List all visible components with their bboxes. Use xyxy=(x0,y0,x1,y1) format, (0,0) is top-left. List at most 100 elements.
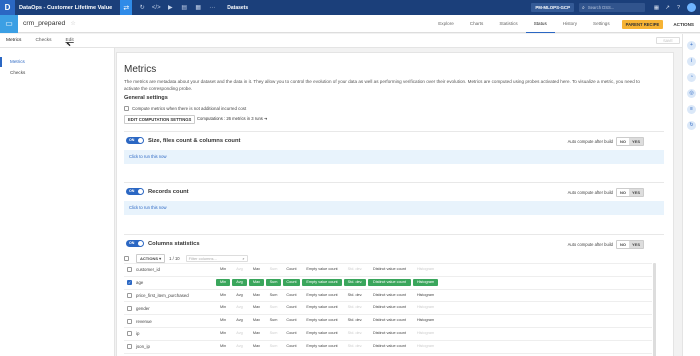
metric-toggle[interactable]: Histogram xyxy=(413,278,438,286)
metric-toggle[interactable]: Sum xyxy=(266,343,281,350)
metric-toggle[interactable]: Histogram xyxy=(413,266,438,273)
probe-toggle[interactable]: ON xyxy=(126,188,144,195)
metric-toggle[interactable]: Count xyxy=(283,317,300,324)
metric-toggle[interactable]: Distinct value count xyxy=(368,317,411,324)
recipe-icon[interactable]: ↻ xyxy=(135,4,149,11)
metric-toggle[interactable]: Distinct value count xyxy=(368,343,411,350)
metric-toggle[interactable]: Count xyxy=(283,266,300,273)
refresh-icon[interactable]: ↻ xyxy=(687,121,696,130)
breadcrumb-datasets[interactable]: Datasets xyxy=(227,5,248,11)
leftnav-item-metrics[interactable]: Metrics xyxy=(0,57,114,67)
metric-toggle[interactable]: Min xyxy=(216,292,230,299)
metric-toggle[interactable]: Max xyxy=(249,278,264,286)
instance-badge[interactable]: PM-MLOPS-GCP xyxy=(531,3,574,12)
metric-toggle[interactable]: Histogram xyxy=(413,330,438,337)
metric-toggle[interactable]: Min xyxy=(216,278,230,286)
lab-icon[interactable]: ◎ xyxy=(687,89,696,98)
metric-toggle[interactable]: Std. dev. xyxy=(344,330,366,337)
metric-toggle[interactable]: Distinct value count xyxy=(368,266,411,273)
auto-yes-button[interactable]: YES xyxy=(628,189,643,196)
scrollbar[interactable] xyxy=(653,263,656,356)
metric-toggle[interactable]: Avg xyxy=(232,278,247,286)
metric-toggle[interactable]: Std. dev. xyxy=(344,278,366,286)
auto-no-button[interactable]: NO xyxy=(617,138,629,145)
auto-no-button[interactable]: NO xyxy=(617,189,629,196)
save-button[interactable]: SAVE xyxy=(656,37,680,44)
row-checkbox[interactable] xyxy=(127,331,132,337)
metric-toggle[interactable]: Sum xyxy=(266,292,281,299)
dss-logo[interactable]: D xyxy=(0,0,15,15)
select-all-checkbox[interactable] xyxy=(124,256,129,261)
star-icon[interactable]: ☆ xyxy=(70,20,75,27)
more-icon[interactable]: ··· xyxy=(205,5,219,11)
add-icon[interactable]: + xyxy=(687,41,696,50)
subtab-metrics[interactable]: Metrics xyxy=(6,34,21,48)
apps-grid-icon[interactable]: ▦ xyxy=(651,5,662,11)
metric-toggle[interactable]: Empty value count xyxy=(302,292,342,299)
run-now-link[interactable]: Click to run this now xyxy=(124,201,664,215)
wiki-icon[interactable]: ▦ xyxy=(191,4,205,11)
metric-toggle[interactable]: Sum xyxy=(266,278,281,286)
metric-toggle[interactable]: Count xyxy=(283,330,300,337)
run-now-link[interactable]: Click to run this now xyxy=(124,150,664,164)
tab-status[interactable]: Status xyxy=(525,15,555,33)
auto-no-button[interactable]: NO xyxy=(617,241,629,248)
tab-statistics[interactable]: Statistics xyxy=(491,15,525,33)
metric-toggle[interactable]: Distinct value count xyxy=(368,304,411,311)
metric-toggle[interactable]: Std. dev. xyxy=(344,292,366,299)
metric-toggle[interactable]: Max xyxy=(249,292,264,299)
row-checkbox[interactable] xyxy=(127,267,132,273)
metric-toggle[interactable]: Empty value count xyxy=(302,266,342,273)
metric-toggle[interactable]: Avg xyxy=(232,343,247,350)
metric-toggle[interactable]: Histogram xyxy=(413,292,438,299)
metric-toggle[interactable]: Count xyxy=(283,304,300,311)
timeline-icon[interactable]: ≡ xyxy=(687,105,696,114)
metric-toggle[interactable]: Min xyxy=(216,304,230,311)
metric-toggle[interactable]: Empty value count xyxy=(302,317,342,324)
global-search[interactable]: ⌕ Search DSS... xyxy=(579,3,645,12)
computations-link[interactable]: Computations : 26 metrics in 3 runs ➜ xyxy=(197,116,268,121)
project-title[interactable]: DataOps - Customer Lifetime Value xyxy=(19,5,112,11)
row-checkbox[interactable] xyxy=(127,305,132,311)
metric-toggle[interactable]: Std. dev. xyxy=(344,343,366,350)
metric-toggle[interactable]: Empty value count xyxy=(302,330,342,337)
flow-icon[interactable]: ⇄ xyxy=(120,0,133,15)
metric-toggle[interactable]: Distinct value count xyxy=(368,330,411,337)
edit-computation-settings-button[interactable]: EDIT COMPUTATION SETTINGS xyxy=(124,115,196,124)
metric-toggle[interactable]: Std. dev. xyxy=(344,317,366,324)
columns-actions-button[interactable]: ACTIONS ▾ xyxy=(136,254,166,263)
parent-recipe-button[interactable]: PARENT RECIPE xyxy=(621,19,664,29)
tab-charts[interactable]: Charts xyxy=(462,15,492,33)
metric-toggle[interactable]: Std. dev. xyxy=(344,266,366,273)
play-icon[interactable]: ▶ xyxy=(163,4,177,11)
metric-toggle[interactable]: Max xyxy=(249,304,264,311)
metric-toggle[interactable]: Distinct value count xyxy=(368,292,411,299)
metric-toggle[interactable]: Empty value count xyxy=(302,278,342,286)
auto-yes-button[interactable]: YES xyxy=(628,241,643,248)
avatar[interactable] xyxy=(687,3,696,12)
metric-toggle[interactable]: Sum xyxy=(266,304,281,311)
metric-toggle[interactable]: Empty value count xyxy=(302,304,342,311)
help-icon[interactable]: ? xyxy=(673,5,684,11)
tab-explore[interactable]: Explore xyxy=(430,15,462,33)
metric-toggle[interactable]: Sum xyxy=(266,330,281,337)
metric-toggle[interactable]: Min xyxy=(216,266,230,273)
dashboard-icon[interactable]: ▤ xyxy=(177,4,191,11)
metric-toggle[interactable]: Empty value count xyxy=(302,343,342,350)
actions-button[interactable]: ACTIONS xyxy=(667,22,700,27)
metric-toggle[interactable]: Min xyxy=(216,343,230,350)
metric-toggle[interactable]: Avg xyxy=(232,330,247,337)
metric-toggle[interactable]: Min xyxy=(216,317,230,324)
metric-toggle[interactable]: Avg xyxy=(232,292,247,299)
chat-icon[interactable]: ◔ xyxy=(687,73,696,82)
code-icon[interactable]: </> xyxy=(149,5,163,11)
metric-toggle[interactable]: Sum xyxy=(266,317,281,324)
metric-toggle[interactable]: Histogram xyxy=(413,343,438,350)
trend-icon[interactable]: ↗ xyxy=(662,5,673,11)
metric-toggle[interactable]: Sum xyxy=(266,266,281,273)
compute-checkbox[interactable] xyxy=(124,106,129,111)
metric-toggle[interactable]: Histogram xyxy=(413,317,438,324)
metric-toggle[interactable]: Avg xyxy=(232,304,247,311)
auto-yes-button[interactable]: YES xyxy=(628,138,643,145)
metric-toggle[interactable]: Avg xyxy=(232,266,247,273)
